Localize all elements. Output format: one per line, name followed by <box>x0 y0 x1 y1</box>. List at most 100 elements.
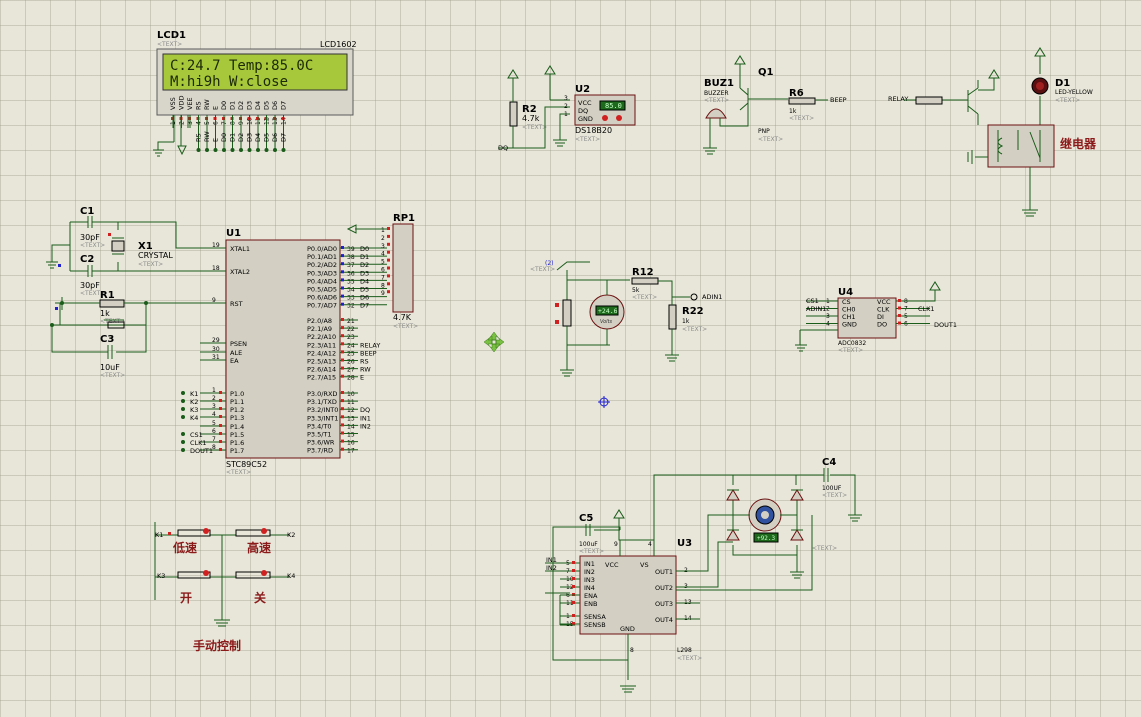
mcu-u1[interactable]: U1 STC89C52 <TEXT> XTAL119XTAL218RST9PSE… <box>181 228 387 476</box>
lcd-net-label: D3 <box>246 133 254 142</box>
mcu-net-label: DOUT1 <box>190 447 213 455</box>
mcu-net-label: K3 <box>190 406 198 414</box>
u3-pin-vs: VS <box>640 561 649 569</box>
r2-value: 4.7k <box>522 114 540 123</box>
mcu-pin-number: 16 <box>347 440 355 447</box>
mcu-pin-name: P2.1/A9 <box>307 325 332 333</box>
lcd-net-label: D5 <box>263 133 271 142</box>
u3-pin-vcc: VCC <box>605 561 619 569</box>
lcd-pin-label: D5 <box>263 101 271 110</box>
button-high[interactable]: 高速 K2 <box>235 528 295 555</box>
mcu-pin-number: 14 <box>347 423 355 430</box>
mcu-pin-name: P2.0/A8 <box>307 317 332 325</box>
lcd-net-label: D1 <box>229 133 237 142</box>
lcd-net-label: E <box>212 138 220 142</box>
mcu-net-label: D7 <box>360 302 369 310</box>
u4-model: ADC0832 <box>838 340 866 347</box>
u3-pin-name: IN3 <box>584 576 595 584</box>
mcu-pin-number: 28 <box>347 375 355 382</box>
button-on[interactable]: K3 开 <box>157 570 211 605</box>
c4-ref: C4 <box>822 457 836 468</box>
net-dout1: DOUT1 <box>934 321 957 329</box>
net-cs1: CS1 <box>806 297 819 305</box>
mcu-pin-number: 17 <box>347 448 355 455</box>
mcu-net-label: D3 <box>360 269 369 277</box>
mcu-pin-name: P3.3/INT1 <box>307 414 338 422</box>
net-k1: K1 <box>155 531 163 539</box>
resistor-pack-rp1[interactable]: RP1 4.7K <TEXT> 123456789 <box>346 213 418 330</box>
mcu-pin-name: P1.7 <box>230 447 244 455</box>
r1-value: 1k <box>100 309 110 318</box>
mcu-net-label: RW <box>360 366 371 374</box>
c5-text-tag: <TEXT> <box>579 548 604 555</box>
buz1-text-tag: <TEXT> <box>704 97 729 104</box>
net-k2: K2 <box>287 531 295 539</box>
u2-pin-num-3: 3 <box>564 95 568 102</box>
mcu-pin-name: P0.7/AD7 <box>307 302 337 310</box>
l298-u3[interactable]: U3 IN15IN27IN310IN412ENA6ENB11SENSA1SENS… <box>545 538 702 662</box>
lcd-pin-label: RW <box>203 99 211 110</box>
lcd-text-tag: <TEXT> <box>157 41 182 48</box>
mcu-pin-number: 34 <box>347 287 355 294</box>
mcu-pin-number: 11 <box>347 399 355 406</box>
button-low[interactable]: 低速 <box>168 528 211 555</box>
mcu-net-label: K2 <box>190 398 198 406</box>
button-off[interactable]: K4 关 <box>235 570 295 605</box>
rp1-ref: RP1 <box>393 213 415 224</box>
move-cursor-icon <box>483 331 505 353</box>
voltmeter-value: +24.6 <box>598 307 618 315</box>
u3-pin-name: OUT4 <box>655 616 673 624</box>
mcu-net-label: RELAY <box>360 341 380 349</box>
button-on-label: 开 <box>180 591 192 605</box>
u2-pin-vcc: VCC <box>578 99 592 107</box>
u2-ref: U2 <box>575 84 590 95</box>
d1-text-tag: <TEXT> <box>1055 97 1080 104</box>
net-adin1: ADIN1 <box>702 293 722 301</box>
r6-text-tag: <TEXT> <box>789 115 814 122</box>
mcu-pin-name: P3.5/T1 <box>307 431 332 439</box>
adc0832-u4[interactable]: U4 CS1CH02CH13GND4VCC 8CLK 7DI 5DO 6 ADC0832… <box>795 281 957 354</box>
mcu-pin-name: P0.3/AD3 <box>307 269 337 277</box>
rp1-pin-number: 2 <box>381 235 385 242</box>
mcu-pin-number: 36 <box>347 270 355 277</box>
rp1-value: 4.7K <box>393 313 412 322</box>
ds18b20-u2[interactable]: U2 VCC DQ GND 3 2 1 85.0 DS18B20 <TEXT> <box>564 84 636 143</box>
lcd-net-label: RW <box>203 131 211 142</box>
mcu-pin-name: RST <box>230 300 243 308</box>
u4-ref: U4 <box>838 287 853 298</box>
button-off-label: 关 <box>254 590 266 605</box>
c4-value: 100UF <box>822 485 842 492</box>
mcu-model: STC89C52 <box>226 460 267 469</box>
lcd-net-label: D4 <box>254 133 262 142</box>
mcu-pin-name: P1.6 <box>230 439 244 447</box>
mcu-pin-name: PSEN <box>230 340 247 348</box>
pot-voltmeter-circuit: (2) <TEXT> +24.6 Volts R12 5k <TEXT> ADI… <box>530 260 722 377</box>
u3-pin-name: ENB <box>584 600 597 608</box>
mcu-pin-name: P0.1/AD1 <box>307 253 337 261</box>
mcu-pin-number: 35 <box>347 278 355 285</box>
lcd-pin-label: D3 <box>246 101 254 110</box>
c3-value: 10uF <box>100 363 120 372</box>
mcu-pin-number: 21 <box>347 318 355 325</box>
lcd-net-label: RS <box>195 133 203 142</box>
r12-text-tag: <TEXT> <box>632 294 657 301</box>
mcu-net-label: CLK1 <box>190 439 207 447</box>
mcu-pin-number: 32 <box>347 303 355 310</box>
mcu-pin-name: P2.7/A15 <box>307 374 336 382</box>
mcu-pin-name: P0.2/AD2 <box>307 261 337 269</box>
lcd-model-label: LCD1602 <box>320 40 357 49</box>
u2-model: DS18B20 <box>575 126 612 135</box>
c2-value: 30pF <box>80 281 100 290</box>
rp1-pin-number: 3 <box>381 243 385 250</box>
mcu-net-label: CS1 <box>190 431 203 439</box>
lcd-pin-label: D7 <box>280 101 288 110</box>
u2-pin-num-1: 1 <box>564 111 568 118</box>
lcd-line-1: C:24.7 Temp:85.0C <box>170 58 313 74</box>
rp1-body <box>392 223 414 313</box>
u3-pin-name: ENA <box>584 592 598 600</box>
c3-text-tag: <TEXT> <box>100 372 125 379</box>
net-k4: K4 <box>287 572 295 580</box>
buzzer-circuit: BUZ1 BUZZER <TEXT> Q1 PNP <TEXT> R6 1k <… <box>703 55 847 155</box>
button-high-label: 高速 <box>247 540 271 555</box>
mcu-pin-name: P3.1/TXD <box>307 398 337 406</box>
